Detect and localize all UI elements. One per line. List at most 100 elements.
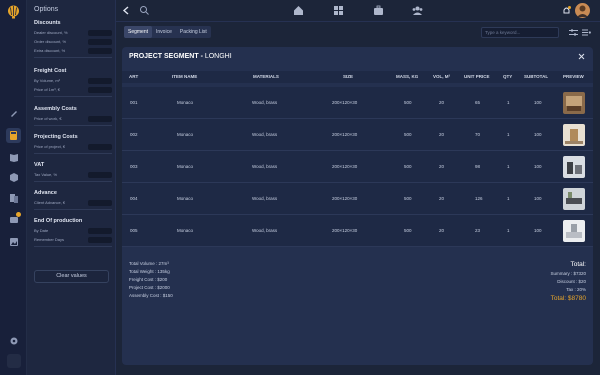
preview-thumbnail[interactable] xyxy=(563,124,585,146)
by-volume-label: By Volume, m³ xyxy=(34,78,61,83)
cell-vol: 20 xyxy=(439,196,445,201)
order-discount-input[interactable] xyxy=(88,39,112,45)
total-heading: Total: xyxy=(570,261,586,268)
discount-value: Discount : $20 xyxy=(557,279,586,284)
cell-subtotal: 100 xyxy=(534,100,542,105)
assembly-section: Assembly Costs Price of work, € xyxy=(34,106,112,126)
cell-qty: 1 xyxy=(507,196,510,201)
vat-title: VAT xyxy=(34,162,45,168)
settings-icon[interactable] xyxy=(9,336,19,346)
grid-icon[interactable] xyxy=(333,5,344,16)
col-item-name: ITEM NAME xyxy=(172,74,198,79)
order-discount-label: Order discount, % xyxy=(34,39,67,44)
gallery-icon[interactable] xyxy=(9,237,19,247)
cell-mass: 500 xyxy=(404,132,412,137)
cell-unit-price: 23 xyxy=(475,228,481,233)
panel-title-label: PROJECT SEGMENT - xyxy=(129,53,205,60)
dealer-discount-input[interactable] xyxy=(88,30,112,36)
price-of-work-label: Price of work, € xyxy=(34,116,62,121)
table-row[interactable]: 004 Monaco Wood, brass 200×120×30 500 20… xyxy=(122,183,593,215)
cell-unit-price: 65 xyxy=(475,100,481,105)
clear-values-button[interactable]: Clear values xyxy=(34,270,109,283)
projecting-section: Projecting Costs Price of project, € xyxy=(34,134,112,154)
client-advance-label: Client Advance, € xyxy=(34,200,66,205)
notification-bell-icon[interactable] xyxy=(561,5,572,16)
home-icon[interactable] xyxy=(293,5,304,16)
users-icon[interactable] xyxy=(412,5,423,16)
preview-thumbnail[interactable] xyxy=(563,220,585,242)
cell-item: Monaco xyxy=(177,196,194,201)
cube-icon[interactable] xyxy=(9,172,19,182)
dealer-discount-label: Dealer discount, % xyxy=(34,30,68,35)
remember-days-input[interactable] xyxy=(88,237,112,243)
end-production-section: End Of production By Date Remember Days xyxy=(34,218,112,247)
table-row[interactable]: 002 Monaco Wood, brass 200×120×30 500 20… xyxy=(122,119,593,151)
user-box[interactable] xyxy=(7,354,21,368)
book-icon[interactable] xyxy=(9,152,19,162)
cell-item: Monaco xyxy=(177,164,194,169)
calculator-nav[interactable] xyxy=(6,128,21,143)
documents-icon[interactable] xyxy=(9,193,19,203)
table-row[interactable]: 001 Monaco Wood, brass 200×120×30 500 20… xyxy=(122,87,593,119)
price-of-work-input[interactable] xyxy=(88,116,112,122)
totals-summary-right: Total: Summary : $7320 Discount : $20 Ta… xyxy=(550,260,586,304)
close-icon[interactable] xyxy=(578,53,585,60)
client-advance-input[interactable] xyxy=(88,200,112,206)
tab-packing-list[interactable]: Packing List xyxy=(176,26,211,38)
tab-invoice[interactable]: Invoice xyxy=(152,26,176,38)
preview-thumbnail[interactable] xyxy=(563,188,585,210)
search-icon[interactable] xyxy=(139,5,150,16)
preview-thumbnail[interactable] xyxy=(563,92,585,114)
cell-mass: 500 xyxy=(404,196,412,201)
back-chevron-icon[interactable] xyxy=(121,5,132,16)
freight-title: Freight Cost xyxy=(34,68,67,74)
assembly-title: Assembly Costs xyxy=(34,106,77,112)
tab-bar: Segment Invoice Packing List xyxy=(124,26,211,38)
table-row[interactable]: 003 Monaco Wood, brass 200×120×30 500 20… xyxy=(122,151,593,183)
table-row[interactable]: 005 Monaco Wood, brass 200×120×30 500 20… xyxy=(122,215,593,247)
vat-section: VAT Tax Value, % xyxy=(34,162,112,182)
cell-vol: 20 xyxy=(439,132,445,137)
options-panel: Options Discounts Dealer discount, % Ord… xyxy=(27,0,116,375)
cell-materials: Wood, brass xyxy=(252,228,278,233)
cell-subtotal: 100 xyxy=(534,196,542,201)
filter-sliders-icon[interactable] xyxy=(569,29,578,36)
cell-subtotal: 100 xyxy=(534,164,542,169)
cell-materials: Wood, brass xyxy=(252,132,278,137)
toolbar: Segment Invoice Packing List xyxy=(116,22,600,42)
col-qty: QTY xyxy=(503,74,513,79)
options-title: Options xyxy=(34,6,59,13)
calculator-icon xyxy=(10,131,17,140)
col-mass: MASS, KG xyxy=(396,74,419,79)
extra-discount-input[interactable] xyxy=(88,48,112,54)
cell-size: 200×120×30 xyxy=(332,100,358,105)
pencil-icon[interactable] xyxy=(9,108,19,118)
cell-art: 005 xyxy=(130,228,138,233)
search-input[interactable] xyxy=(481,27,559,38)
cell-mass: 500 xyxy=(404,164,412,169)
tax-value-input[interactable] xyxy=(88,172,112,178)
price-of-project-input[interactable] xyxy=(88,144,112,150)
icon-rail xyxy=(0,0,27,375)
cell-art: 003 xyxy=(130,164,138,169)
by-date-input[interactable] xyxy=(88,228,112,234)
panel-title: PROJECT SEGMENT - LONGHI xyxy=(129,53,232,60)
cell-item: Monaco xyxy=(177,228,194,233)
cell-size: 200×120×30 xyxy=(332,228,358,233)
list-settings-icon[interactable] xyxy=(582,29,591,36)
price-per-m3-input[interactable] xyxy=(88,87,112,93)
by-volume-input[interactable] xyxy=(88,78,112,84)
extra-discount-label: Extra discount, % xyxy=(34,48,66,53)
assembly-cost: Assembly Cost : $150 xyxy=(129,293,173,298)
projecting-title: Projecting Costs xyxy=(34,134,78,140)
briefcase-icon[interactable] xyxy=(373,5,384,16)
price-of-project-label: Price of project, € xyxy=(34,144,66,149)
advance-section: Advance Client Advance, € xyxy=(34,190,112,210)
preview-thumbnail[interactable] xyxy=(563,156,585,178)
totals-summary-left: Total Volume : 27m³ Total Weight : 135kg… xyxy=(129,260,173,300)
cell-qty: 1 xyxy=(507,164,510,169)
cell-materials: Wood, brass xyxy=(252,164,278,169)
tab-segment[interactable]: Segment xyxy=(124,26,153,38)
cell-mass: 500 xyxy=(404,100,412,105)
user-avatar[interactable] xyxy=(575,3,590,18)
